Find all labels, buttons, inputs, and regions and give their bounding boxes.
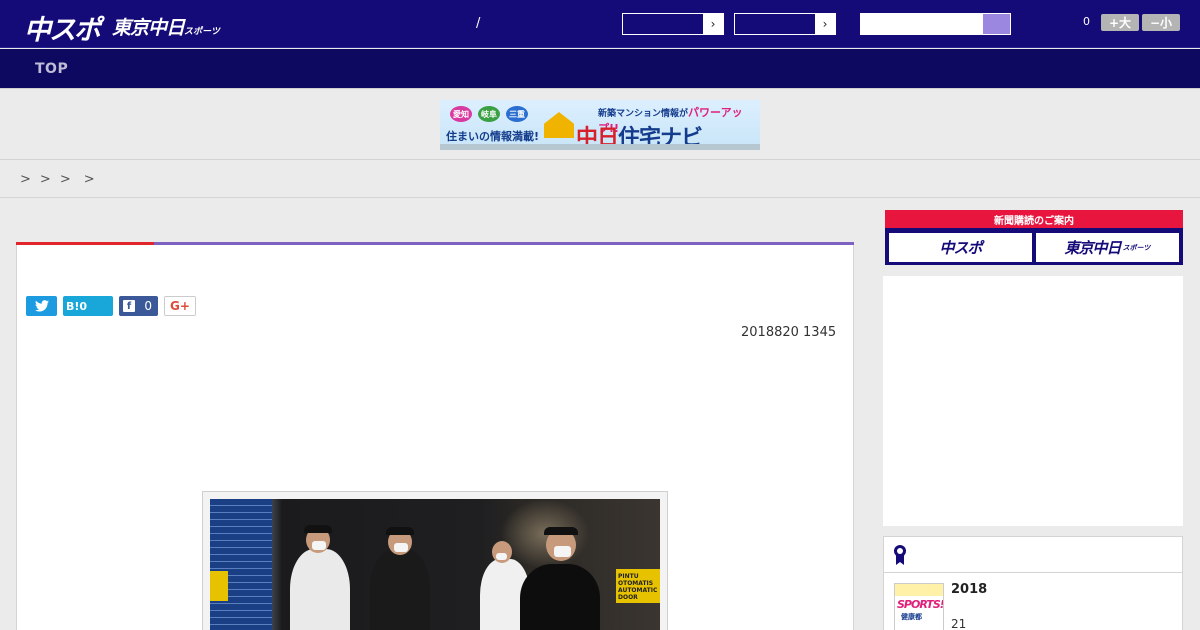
facebook-icon: f <box>123 300 135 312</box>
newspaper-subscription-title[interactable]: 新聞購読のご案内 <box>885 210 1183 228</box>
photo-sign-left <box>210 571 228 601</box>
photo-person <box>370 549 430 630</box>
photo-person <box>520 564 600 630</box>
facebook-share-count: 0 <box>144 299 152 313</box>
ranking-header <box>884 537 1182 573</box>
tokyo-chunichi-subscribe-label: 東京中日 <box>1064 239 1122 257</box>
housing-navi-banner[interactable]: 愛知 岐阜 三重 住まいの情報満載! 新築マンション情報がパワーアップ!! 中日… <box>440 100 760 150</box>
breadcrumb-separator: > <box>59 172 71 187</box>
photo-cap <box>544 527 578 535</box>
ranking-box: SPORTS!! 健康都 2018 21 <box>883 536 1183 630</box>
article-accent-bar-red <box>16 242 154 245</box>
article-accent-bar-purple <box>154 242 854 245</box>
tokyo-chunichi-logo-text: 東京中日 <box>112 17 185 39</box>
tokyo-chunichi-subscribe-small: スポーツ <box>1122 243 1151 252</box>
ranking-item-title[interactable]: 2018 <box>951 582 987 597</box>
photo-cap <box>386 527 414 535</box>
site-header: 中スポ 東京中日スポーツ / › › 0 +大 −小 <box>0 0 1200 48</box>
thumbnail-band <box>895 584 943 596</box>
banner-skyline <box>440 144 760 150</box>
ranking-item-number: 21 <box>951 617 967 630</box>
search-input[interactable] <box>861 14 983 34</box>
category-select-1-value <box>623 14 703 34</box>
thumbnail-subtext: 健康都 <box>901 613 922 621</box>
newspaper-subscription-box: 新聞購読のご案内 中スポ 東京中日 スポーツ <box>885 210 1183 265</box>
tokyo-chunichi-logo-small: スポーツ <box>184 27 220 37</box>
banner-bubble-aichi: 愛知 <box>450 106 472 122</box>
photo-departure-board <box>210 499 272 630</box>
medal-icon <box>894 545 906 565</box>
article-photo[interactable]: PINTU OTOMATIS AUTOMATIC DOOR <box>210 499 660 630</box>
chuspo-logo[interactable]: 中スポ <box>24 8 101 47</box>
category-select-1[interactable]: › <box>622 13 724 35</box>
chevron-right-icon[interactable]: › <box>815 14 835 34</box>
google-plus-share-button[interactable]: G+ <box>164 296 196 316</box>
medal-icon-ribbon <box>896 555 904 565</box>
category-select-2-value <box>735 14 815 34</box>
breadcrumb-separator: > <box>83 172 95 187</box>
photo-mask <box>394 543 408 552</box>
tokyo-chunichi-subscribe-button[interactable]: 東京中日 スポーツ <box>1036 233 1179 262</box>
photo-cap <box>304 525 332 533</box>
nav-item-top[interactable]: TOP <box>35 61 68 77</box>
breadcrumb-separator: > <box>39 172 51 187</box>
banner-area: 愛知 岐阜 三重 住まいの情報満載! 新築マンション情報がパワーアップ!! 中日… <box>0 90 1200 160</box>
banner-tagline: 住まいの情報満載! <box>446 130 540 143</box>
banner-headline-text: 新築マンション情報が <box>598 109 689 119</box>
hatena-bookmark-button[interactable]: B!0 <box>63 296 113 316</box>
twitter-icon <box>34 300 49 312</box>
search-button[interactable] <box>983 14 1010 34</box>
photo-person <box>290 549 350 630</box>
chuspo-subscribe-button[interactable]: 中スポ <box>889 233 1032 262</box>
font-size-down-button[interactable]: −小 <box>1142 14 1180 31</box>
sidebar-ad-slot[interactable] <box>883 276 1183 526</box>
chevron-right-icon[interactable]: › <box>703 14 723 34</box>
photo-door-sign: PINTU OTOMATIS AUTOMATIC DOOR <box>616 569 660 603</box>
breadcrumb-bar: > > > > <box>0 161 1200 198</box>
banner-bubble-mie: 三重 <box>506 106 528 122</box>
article-pub-date: 2018820 1345 <box>741 325 837 340</box>
photo-mask <box>496 553 507 560</box>
ranking-item-thumbnail[interactable]: SPORTS!! 健康都 <box>894 583 944 630</box>
house-icon <box>544 112 574 138</box>
photo-mask <box>312 541 326 550</box>
thumbnail-text: SPORTS!! <box>897 598 944 611</box>
banner-bubble-gifu: 岐阜 <box>478 106 500 122</box>
facebook-share-button[interactable]: f 0 <box>119 296 158 316</box>
site-search <box>860 13 1011 35</box>
photo-mask <box>554 546 571 557</box>
breadcrumb-separator: > <box>20 172 31 187</box>
twitter-share-button[interactable] <box>26 296 57 316</box>
font-size-indicator: 0 <box>1083 15 1090 28</box>
header-separator: / <box>476 16 481 31</box>
font-size-up-button[interactable]: +大 <box>1101 14 1139 31</box>
category-select-2[interactable]: › <box>734 13 836 35</box>
breadcrumb: > > > > <box>20 172 104 187</box>
global-nav: TOP <box>0 49 1200 89</box>
tokyo-chunichi-logo[interactable]: 東京中日スポーツ <box>112 13 220 40</box>
